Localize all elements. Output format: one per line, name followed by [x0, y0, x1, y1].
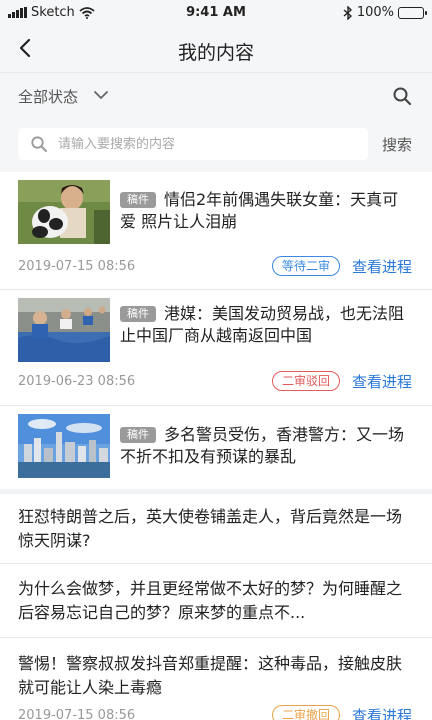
- bluetooth-icon: [343, 5, 352, 20]
- nav-bar: 我的内容: [0, 26, 432, 72]
- list-item[interactable]: 稿件 港媒：美国发动贸易战，也无法阻止中国厂商从越南返回中国 2019-06-23…: [0, 290, 432, 406]
- list-item[interactable]: 稿件 多名警员受伤，香港警方：又一场不折不扣及有预谋的暴乱: [0, 406, 432, 494]
- item-date: 2019-07-15 08:56: [18, 708, 136, 720]
- status-filter-dropdown[interactable]: 全部状态: [18, 86, 78, 107]
- item-title-text: 多名警员受伤，香港警方：又一场不折不扣及有预谋的暴乱: [120, 425, 405, 466]
- item-title-text: 港媒：美国发动贸易战，也无法阻止中国厂商从越南返回中国: [120, 304, 405, 345]
- status-badge: 二审撤回: [271, 705, 340, 720]
- filter-bar: 全部状态: [0, 72, 432, 118]
- view-progress-link[interactable]: 查看进程: [352, 705, 412, 720]
- search-field-icon: [31, 136, 47, 152]
- search-input[interactable]: [58, 128, 358, 160]
- status-right: 100%: [343, 5, 427, 20]
- status-bar: Sketch 9:41 AM 100%: [0, 0, 432, 26]
- page-title: 我的内容: [177, 42, 254, 64]
- item-title: 稿件 情侣2年前偶遇失联女童：天真可爱 照片让人泪崩: [120, 189, 414, 233]
- status-badge: 二审驳回: [271, 371, 340, 391]
- search-icon[interactable]: [392, 86, 412, 106]
- battery-icon: [398, 6, 427, 19]
- item-title-text: 情侣2年前偶遇失联女童：天真可爱 照片让人泪崩: [120, 190, 399, 231]
- list-item[interactable]: 警惕！警察叔叔发抖音郑重提醒：这种毒品，接触皮肤就可能让人染上毒瘾 2019-0…: [0, 638, 432, 720]
- list-item[interactable]: 稿件 情侣2年前偶遇失联女童：天真可爱 照片让人泪崩 2019-07-15 08:…: [0, 172, 432, 290]
- manuscript-tag: 稿件: [120, 427, 156, 443]
- list-item[interactable]: 为什么会做梦，并且更经常做不太好的梦？为何睡醒之后容易忘记自己的梦？原来梦的重点…: [0, 564, 432, 638]
- manuscript-tag: 稿件: [120, 192, 156, 208]
- search-box: [18, 128, 368, 160]
- thumbnail-image: [18, 180, 110, 244]
- search-button[interactable]: 搜索: [382, 134, 412, 155]
- item-date: 2019-07-15 08:56: [18, 259, 136, 274]
- view-progress-link[interactable]: 查看进程: [352, 256, 412, 277]
- item-date: 2019-06-23 08:56: [18, 374, 136, 389]
- item-title: 狂怼特朗普之后，英大使卷铺盖走人，背后竟然是一场惊天阴谋?: [18, 507, 403, 550]
- battery-percent: 100%: [356, 5, 394, 20]
- thumbnail-image: [18, 414, 110, 478]
- item-title: 为什么会做梦，并且更经常做不太好的梦？为何睡醒之后容易忘记自己的梦？原来梦的重点…: [18, 579, 403, 622]
- item-title: 稿件 多名警员受伤，香港警方：又一场不折不扣及有预谋的暴乱: [120, 424, 414, 468]
- chevron-down-icon[interactable]: [92, 88, 110, 102]
- status-badge: 等待二审: [271, 256, 340, 276]
- manuscript-tag: 稿件: [120, 306, 156, 322]
- content-list: 稿件 情侣2年前偶遇失联女童：天真可爱 照片让人泪崩 2019-07-15 08:…: [0, 172, 432, 720]
- list-item[interactable]: 狂怼特朗普之后，英大使卷铺盖走人，背后竟然是一场惊天阴谋?: [0, 494, 432, 564]
- search-bar: 搜索: [0, 118, 432, 172]
- item-title: 稿件 港媒：美国发动贸易战，也无法阻止中国厂商从越南返回中国: [120, 303, 414, 347]
- view-progress-link[interactable]: 查看进程: [352, 371, 412, 392]
- item-title: 警惕！警察叔叔发抖音郑重提醒：这种毒品，接触皮肤就可能让人染上毒瘾: [18, 654, 403, 697]
- thumbnail-image: [18, 298, 110, 362]
